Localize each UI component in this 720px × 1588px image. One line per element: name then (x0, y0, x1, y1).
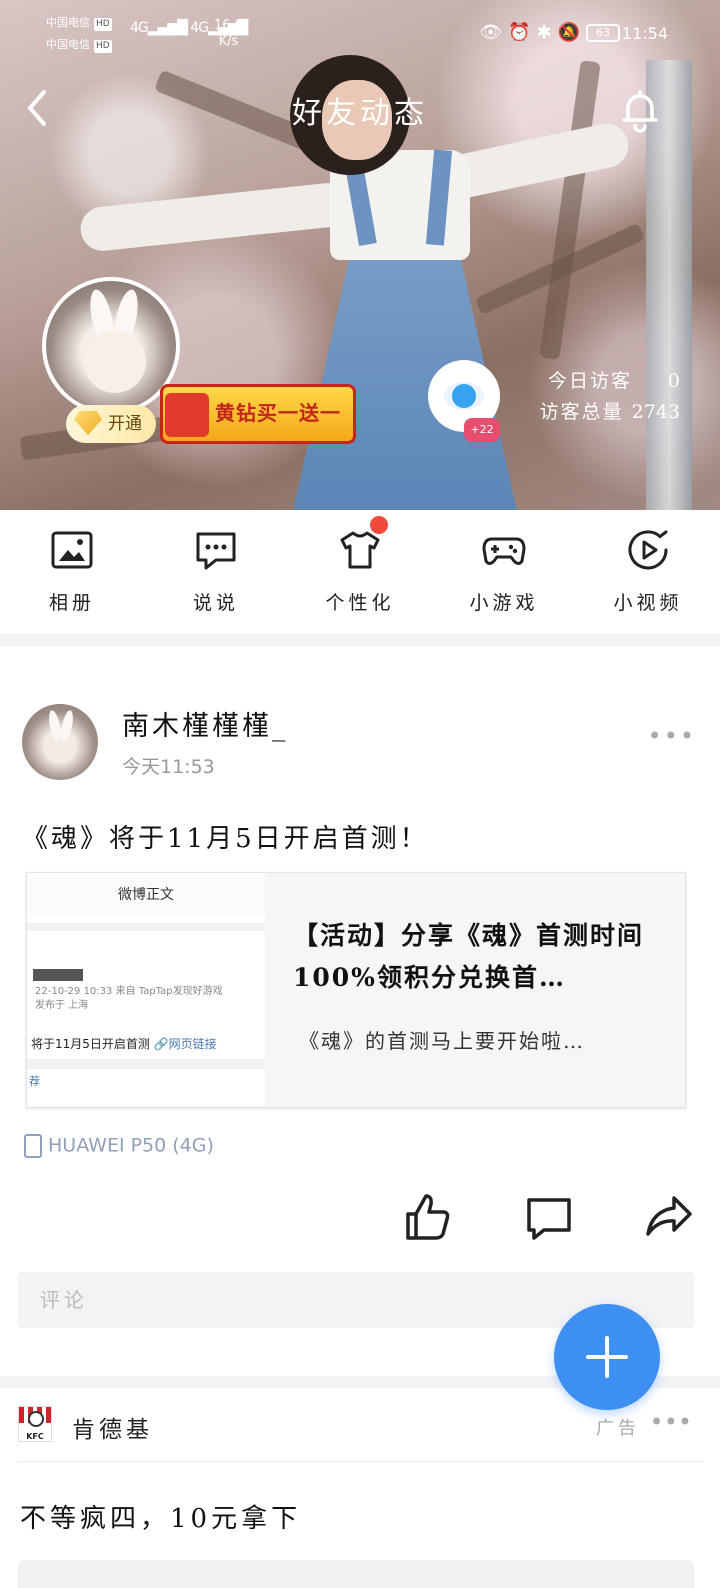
ad-brand-name[interactable]: 肯德基 (72, 1410, 153, 1444)
shared-link-card[interactable]: 微博正文 22-10-29 10:33 来自 TapTap发现好游戏 发布于 上… (26, 872, 686, 1108)
link-description: 《魂》的首测马上要开始啦… (299, 1029, 585, 1053)
kfc-logo[interactable]: KFC (18, 1406, 52, 1442)
quicknav-moments[interactable]: 说说 (144, 510, 288, 634)
author-name[interactable]: 南木槿槿槿_ (122, 704, 289, 743)
notifications-button[interactable] (616, 86, 664, 134)
thumbs-up-icon (406, 1194, 450, 1240)
diamond-icon (74, 411, 102, 435)
battery-icon: 63 (586, 24, 620, 42)
eye-comfort-icon: 👁 (479, 22, 509, 43)
total-visitors: 访客总量 2743 (539, 401, 680, 423)
phone-icon (24, 1134, 42, 1158)
ad-image[interactable] (18, 1560, 694, 1588)
share-icon (646, 1196, 692, 1236)
mute-icon: 🔕 (557, 22, 586, 43)
alarm-icon: ⏰ (508, 22, 537, 43)
chat-icon (196, 532, 236, 570)
quick-nav: 相册 说说 个性化 小游戏 小视频 (0, 510, 720, 634)
comment-button[interactable] (524, 1192, 574, 1242)
today-visitors: 今日访客 0 (547, 370, 680, 392)
ad-more-button[interactable]: ••• (650, 1408, 692, 1436)
quicknav-videos[interactable]: 小视频 (576, 510, 720, 634)
author-avatar[interactable] (22, 704, 98, 780)
clock: 11:54 (621, 24, 668, 43)
album-icon (51, 531, 93, 569)
video-icon (628, 530, 668, 570)
feed-post: 南木槿槿槿_ 今天11:53 ••• 《魂》将于11月5日开启首测！ 微博正文 … (0, 646, 720, 1376)
link-title: 【活动】分享《魂》首测时间 100%领积分兑换首… (293, 921, 645, 992)
post-time: 今天11:53 (122, 756, 215, 778)
visitor-count-badge: +22 (464, 418, 500, 442)
quicknav-personalize[interactable]: 个性化 (288, 510, 432, 634)
ad-label: 广告 (596, 1418, 640, 1439)
link-thumbnail: 微博正文 22-10-29 10:33 来自 TapTap发现好游戏 发布于 上… (27, 873, 265, 1107)
network-speed: 16.6 K/s (214, 18, 243, 49)
carrier-name: 中国电信 (46, 16, 90, 29)
bell-icon (622, 90, 658, 133)
tshirt-icon (340, 531, 380, 569)
like-button[interactable] (402, 1192, 452, 1242)
post-text: 《魂》将于11月5日开启首测！ (22, 824, 429, 854)
status-bar: 中国电信 HD 中国电信 HD 4G▂▄▆█ 4G▂▄▆█ 16.6 K/s 👁⏰✱… (46, 16, 668, 53)
page-title: 好友动态 (292, 96, 428, 131)
new-post-button[interactable] (554, 1304, 660, 1410)
bluetooth-icon: ✱ (536, 22, 558, 43)
quicknav-album[interactable]: 相册 (0, 510, 144, 634)
ad-post: KFC 肯德基 广告 ••• 不等疯四，10元拿下 (0, 1388, 720, 1588)
ad-text: 不等疯四，10元拿下 (20, 1504, 302, 1534)
gamepad-icon (482, 537, 526, 565)
share-button[interactable] (644, 1192, 694, 1242)
notification-dot (370, 516, 388, 534)
shopping-bag-icon (165, 393, 209, 437)
device-info: HUAWEI P50 (4G) (24, 1134, 214, 1158)
vip-open-button[interactable]: 开通 (66, 405, 156, 443)
quicknav-games[interactable]: 小游戏 (432, 510, 576, 634)
comment-icon (527, 1198, 571, 1240)
divider (18, 1461, 704, 1462)
carrier-name: 中国电信 (46, 38, 90, 51)
more-options-button[interactable]: ••• (648, 722, 696, 750)
promo-banner[interactable]: 黄钻买一送一 (160, 384, 356, 444)
